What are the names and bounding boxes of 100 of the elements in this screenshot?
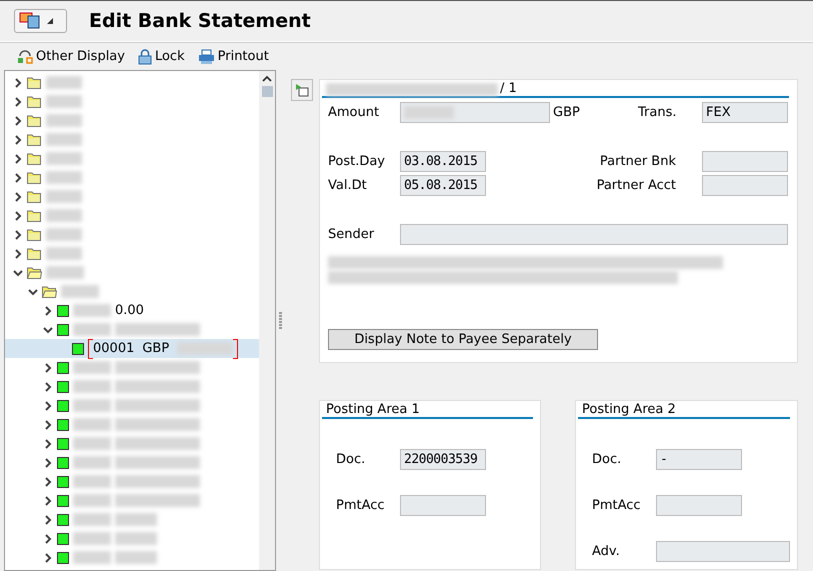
open-folder-icon (42, 285, 57, 298)
status-square-icon (57, 476, 69, 488)
toolbar-button[interactable]: Other Display (17, 48, 125, 64)
field-label: Post.Day (328, 154, 386, 169)
input-field[interactable]: FEX (702, 102, 788, 123)
blurred-amount (115, 532, 157, 545)
status-square-icon (57, 438, 69, 450)
blurred-label (46, 152, 82, 165)
panel-title: / 1 (500, 81, 517, 96)
scrollbar[interactable] (259, 71, 275, 570)
blurred-label (46, 228, 82, 241)
blurred-label (73, 494, 111, 507)
field-label: Doc. (592, 452, 622, 467)
open-folder-icon (27, 266, 42, 279)
folder-icon (27, 76, 42, 89)
currency-text: GBP (552, 105, 581, 120)
printer-icon (198, 48, 215, 64)
status-square-icon (57, 514, 69, 526)
input-field[interactable] (400, 495, 486, 516)
blurred-label (73, 418, 111, 431)
panel-title: Posting Area 2 (582, 402, 676, 417)
toolbar-button[interactable]: Printout (198, 48, 269, 64)
item-currency: GBP (142, 341, 170, 356)
status-square-icon (57, 324, 69, 336)
chevron-down-icon[interactable] (43, 324, 53, 334)
blurred-label (73, 323, 111, 336)
field-label: Amount (328, 105, 380, 120)
status-square-icon (57, 400, 69, 412)
blurred-label (46, 133, 82, 146)
input-field[interactable]: - (656, 449, 742, 470)
field-label: Adv. (592, 544, 621, 559)
menu-icon (19, 12, 41, 30)
scroll-up-icon[interactable] (262, 75, 272, 82)
field-label: Doc. (336, 452, 366, 467)
blurred-label (46, 76, 82, 89)
folder-icon (27, 190, 42, 203)
blurred-amount (115, 551, 157, 564)
status-square-icon (57, 494, 69, 506)
expand-panel-icon (295, 83, 309, 97)
folder-icon (27, 247, 42, 260)
folder-icon (27, 171, 42, 184)
switch-icon (17, 48, 33, 64)
input-field[interactable]: 2200003539 (400, 449, 486, 470)
blurred-label (73, 399, 111, 412)
blurred-label (46, 114, 82, 127)
input-field[interactable] (400, 224, 788, 245)
field-label: PmtAcc (592, 498, 642, 513)
input-field[interactable] (656, 541, 790, 562)
date-field[interactable]: 05.08.2015 (400, 175, 486, 196)
status-square-icon (57, 532, 69, 544)
blurred-label (73, 437, 111, 450)
input-field[interactable] (702, 175, 788, 196)
field-label: Trans. (638, 105, 678, 120)
blurred-label (46, 95, 82, 108)
status-square-icon (57, 456, 69, 468)
folder-icon (27, 95, 42, 108)
status-square-icon (57, 552, 69, 564)
blurred-label (73, 513, 111, 526)
input-field[interactable] (702, 151, 788, 172)
scroll-thumb[interactable] (262, 86, 272, 97)
folder-icon (27, 152, 42, 165)
blurred-label (73, 551, 111, 564)
status-square-icon (57, 362, 69, 374)
blurred-label (73, 380, 111, 393)
blurred-label (73, 361, 111, 374)
blurred-label (73, 456, 111, 469)
splitter-grip-icon[interactable] (279, 312, 282, 330)
toggle-button[interactable] (291, 79, 313, 101)
tree-row[interactable]: 0.00 (5, 301, 259, 320)
field-label: Val.Dt (328, 178, 368, 193)
blurred-label (46, 190, 82, 203)
field-label: Sender (328, 227, 376, 242)
blurred-label (61, 285, 99, 298)
field-label: Partner Bnk (598, 154, 677, 169)
lock-icon (138, 48, 152, 64)
blurred-amount (115, 513, 157, 526)
status-square-icon (57, 304, 69, 316)
amount-field[interactable] (400, 102, 550, 123)
panel-title: Posting Area 1 (326, 402, 420, 417)
blurred-label (46, 171, 82, 184)
blurred-label (46, 247, 82, 260)
chevron-right-icon[interactable] (43, 306, 53, 316)
menu-button[interactable] (14, 9, 67, 33)
tree-row[interactable]: 00001 GBP (5, 339, 259, 358)
blurred-label (46, 266, 84, 279)
folder-icon (27, 133, 42, 146)
field-label: PmtAcc (336, 498, 386, 513)
status-square-icon (57, 418, 69, 430)
item-amount: 0.00 (115, 303, 144, 318)
blurred-amount (177, 342, 234, 355)
note-button[interactable]: Display Note to Payee Separately (328, 329, 598, 350)
blurred-label (73, 475, 111, 488)
status-square-icon (57, 380, 69, 392)
toolbar-button[interactable]: Lock (138, 48, 185, 64)
folder-icon (27, 114, 42, 127)
input-field[interactable] (656, 495, 742, 516)
folder-icon (27, 228, 42, 241)
status-square-icon (72, 342, 84, 354)
date-field[interactable]: 03.08.2015 (400, 151, 486, 172)
blurred-label (73, 532, 111, 545)
